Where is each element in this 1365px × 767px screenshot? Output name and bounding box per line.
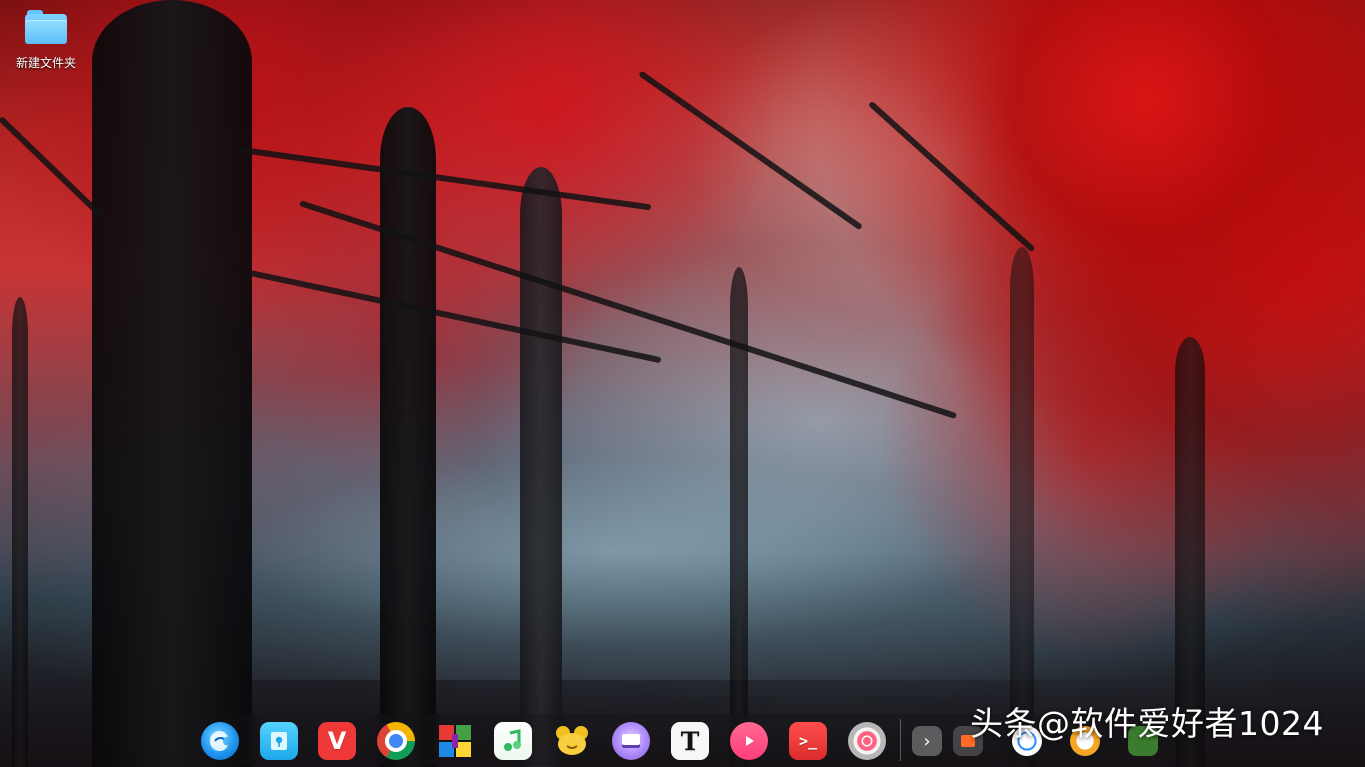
- terminal-icon[interactable]: >_: [789, 722, 827, 760]
- wallpaper-tree-trunk: [92, 0, 252, 767]
- music-icon[interactable]: [494, 722, 532, 760]
- wallpaper-tree-trunk: [1010, 247, 1034, 767]
- deepin-launcher-icon[interactable]: [201, 722, 239, 760]
- folder-icon: [25, 10, 67, 44]
- mascot-app-icon[interactable]: [553, 722, 591, 760]
- chrome-browser-icon[interactable]: [377, 722, 415, 760]
- file-manager-icon[interactable]: [260, 722, 298, 760]
- vivaldi-browser-icon[interactable]: V: [318, 722, 356, 760]
- desktop-folder-label: 新建文件夹: [15, 56, 76, 70]
- text-editor-icon[interactable]: T: [671, 722, 709, 760]
- wallpaper-tree-trunk: [520, 167, 562, 767]
- watermark-text: 头条@软件爱好者1024: [970, 704, 1324, 743]
- desktop[interactable]: 新建文件夹 V T >_ › 头条@软件爱好者1024: [0, 0, 1365, 767]
- settings-icon[interactable]: [848, 722, 886, 760]
- dock-separator: [900, 719, 901, 761]
- app-store-icon[interactable]: [436, 722, 474, 760]
- video-player-icon[interactable]: [730, 722, 768, 760]
- desktop-folder[interactable]: 新建文件夹: [8, 10, 84, 71]
- wallpaper-tree-trunk: [380, 107, 436, 767]
- chevron-right-icon[interactable]: ›: [912, 726, 942, 756]
- disk-utility-icon[interactable]: [612, 722, 650, 760]
- wallpaper-tree-trunk: [12, 297, 28, 767]
